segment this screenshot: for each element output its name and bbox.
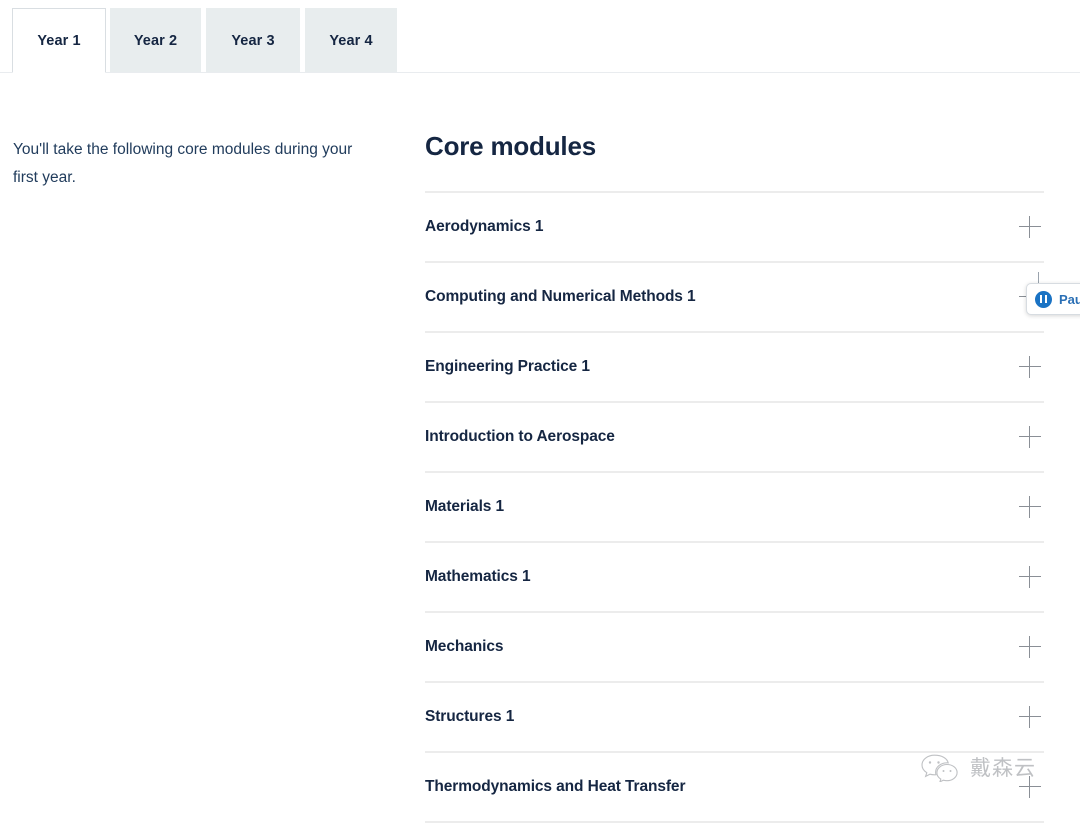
tab-label: Year 4 <box>329 33 372 49</box>
accordion-item[interactable]: Mechanics <box>425 613 1044 683</box>
accordion-item[interactable]: Mathematics 1 <box>425 543 1044 613</box>
accordion-item[interactable]: Thermodynamics and Heat Transfer <box>425 753 1044 823</box>
tab-year-2[interactable]: Year 2 <box>110 8 201 73</box>
accordion-item[interactable]: Introduction to Aerospace <box>425 403 1044 473</box>
accordion-item[interactable]: Materials 1 <box>425 473 1044 543</box>
year-tabs: Year 1 Year 2 Year 3 Year 4 <box>0 0 1080 73</box>
pause-button[interactable]: Pau <box>1026 283 1080 315</box>
module-label: Computing and Numerical Methods 1 <box>425 288 696 306</box>
accordion-item[interactable]: Engineering Practice 1 <box>425 333 1044 403</box>
module-label: Materials 1 <box>425 498 504 516</box>
pause-button-label: Pau <box>1059 292 1080 307</box>
module-label: Aerodynamics 1 <box>425 218 543 236</box>
pause-circle-icon <box>1035 291 1052 308</box>
module-label: Structures 1 <box>425 708 514 726</box>
plus-icon[interactable] <box>1019 216 1041 238</box>
tab-label: Year 3 <box>231 33 274 49</box>
core-modules-section: Core modules Aerodynamics 1 Computing an… <box>425 130 1044 823</box>
tab-label: Year 2 <box>134 33 177 49</box>
plus-icon[interactable] <box>1019 706 1041 728</box>
tab-year-4[interactable]: Year 4 <box>305 8 397 73</box>
module-label: Mechanics <box>425 638 503 656</box>
module-label: Introduction to Aerospace <box>425 428 615 446</box>
accordion-item[interactable]: Aerodynamics 1 <box>425 193 1044 263</box>
section-title: Core modules <box>425 130 1044 162</box>
module-label: Mathematics 1 <box>425 568 531 586</box>
intro-text: You'll take the following core modules d… <box>13 136 368 192</box>
tab-year-3[interactable]: Year 3 <box>206 8 300 73</box>
plus-icon[interactable] <box>1019 776 1041 798</box>
module-label: Engineering Practice 1 <box>425 358 590 376</box>
modules-accordion: Aerodynamics 1 Computing and Numerical M… <box>425 191 1044 823</box>
accordion-item[interactable]: Structures 1 <box>425 683 1044 753</box>
module-label: Thermodynamics and Heat Transfer <box>425 778 685 796</box>
plus-icon[interactable] <box>1019 356 1041 378</box>
tab-label: Year 1 <box>37 33 80 49</box>
plus-icon[interactable] <box>1019 566 1041 588</box>
accordion-item[interactable]: Computing and Numerical Methods 1 <box>425 263 1044 333</box>
tab-year-1[interactable]: Year 1 <box>12 8 106 73</box>
plus-icon[interactable] <box>1019 636 1041 658</box>
plus-icon[interactable] <box>1019 426 1041 448</box>
plus-icon[interactable] <box>1019 496 1041 518</box>
